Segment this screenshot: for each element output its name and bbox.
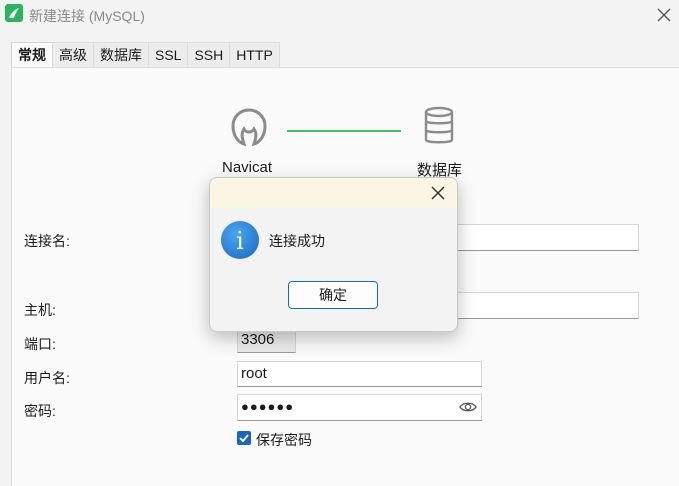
password-label: 密码: — [24, 403, 56, 419]
username-input[interactable]: root — [237, 361, 482, 387]
database-icon — [424, 106, 454, 144]
window-close-button[interactable] — [653, 4, 675, 26]
title-bar: 新建连接 (MySQL) — [0, 0, 679, 30]
save-password-checkbox[interactable] — [237, 431, 251, 445]
dialog-close-icon[interactable] — [431, 186, 445, 200]
info-icon: i — [221, 221, 259, 259]
diagram-label-navicat: Navicat — [222, 159, 273, 176]
save-password-label[interactable]: 保存密码 — [256, 430, 312, 450]
tab-ssh[interactable]: SSH — [187, 42, 231, 67]
tab-ssl[interactable]: SSL — [148, 42, 189, 67]
connection-success-dialog: i 连接成功 确定 — [209, 177, 458, 332]
tab-advanced[interactable]: 高级 — [52, 42, 94, 67]
tab-databases[interactable]: 数据库 — [93, 42, 149, 67]
close-icon — [657, 8, 671, 22]
dialog-message: 连接成功 — [269, 233, 325, 249]
tab-general[interactable]: 常规 — [11, 42, 53, 69]
show-password-icon[interactable] — [459, 400, 477, 414]
username-label: 用户名: — [24, 370, 70, 386]
checkmark-icon — [239, 434, 249, 443]
navicat-app-icon — [5, 4, 23, 22]
connection-name-label: 连接名: — [24, 233, 70, 249]
ok-button[interactable]: 确定 — [288, 281, 378, 309]
host-label: 主机: — [24, 302, 56, 318]
window-title: 新建连接 (MySQL) — [29, 8, 145, 24]
tab-http[interactable]: HTTP — [229, 42, 280, 67]
tab-bar: 常规 高级 数据库 SSL SSH HTTP — [11, 42, 280, 69]
navicat-logo-icon — [231, 108, 267, 147]
connection-line — [287, 130, 401, 132]
port-label: 端口: — [24, 336, 56, 352]
password-mask: ●●●●●● — [241, 399, 295, 414]
dialog-title-bar — [210, 178, 457, 208]
password-input[interactable]: ●●●●●● — [237, 394, 482, 421]
